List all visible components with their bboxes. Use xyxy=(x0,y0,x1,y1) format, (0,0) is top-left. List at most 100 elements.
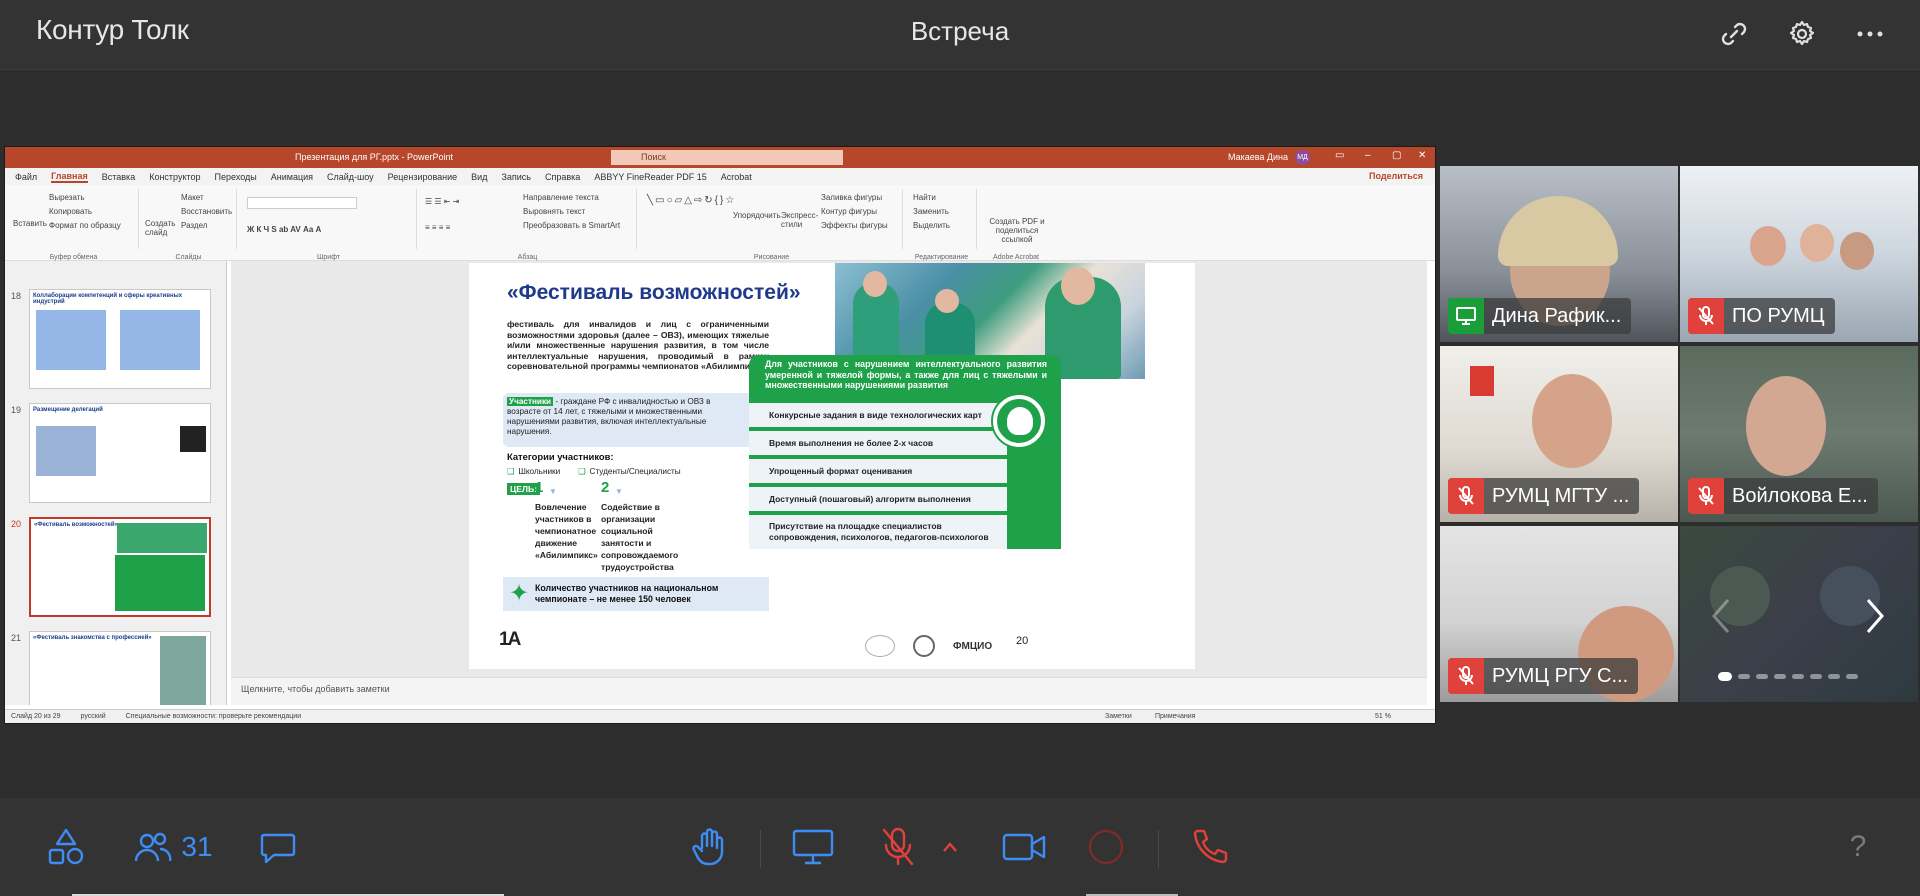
thumbnail-slide-19[interactable]: Размещение делегаций xyxy=(29,403,211,503)
apps-button[interactable] xyxy=(44,822,88,872)
tab-transitions[interactable]: Переходы xyxy=(215,172,257,182)
chat-button[interactable] xyxy=(256,822,300,872)
tab-view[interactable]: Вид xyxy=(471,172,487,182)
pager-dot[interactable] xyxy=(1846,674,1858,679)
reset-button[interactable]: Восстановить xyxy=(181,207,232,216)
accessibility-status[interactable]: Специальные возможности: проверьте реком… xyxy=(126,713,302,720)
pager-dot[interactable] xyxy=(1810,674,1822,679)
comments-toggle[interactable]: Примечания xyxy=(1155,713,1195,720)
pager-dot[interactable] xyxy=(1718,672,1732,681)
tab-acrobat[interactable]: Acrobat xyxy=(721,172,752,182)
next-page-button[interactable] xyxy=(1860,596,1890,636)
drawing-label: Рисование xyxy=(753,254,790,261)
notes-pane[interactable]: Щелкните, чтобы добавить заметки xyxy=(231,677,1427,705)
thumbnail-slide-21[interactable]: «Фестиваль знакомства с профессией» xyxy=(29,631,211,705)
select-button[interactable]: Выделить xyxy=(913,221,950,230)
tile-pager[interactable] xyxy=(1718,672,1858,681)
find-button[interactable]: Найти xyxy=(913,193,936,202)
more-icon[interactable] xyxy=(1850,14,1890,54)
language-status[interactable]: русский xyxy=(81,713,106,720)
tab-review[interactable]: Рецензирование xyxy=(388,172,458,182)
smartart-button[interactable]: Преобразовать в SmartArt xyxy=(523,221,620,230)
thumbnail-slide-18[interactable]: Коллаборации компетенций и сферы креатив… xyxy=(29,289,211,389)
shape-effects-button[interactable]: Эффекты фигуры xyxy=(821,221,888,230)
participant-face xyxy=(1532,374,1612,468)
participant-tile[interactable]: ПО РУМЦ xyxy=(1680,166,1918,342)
share-button[interactable]: Поделиться xyxy=(1369,171,1423,181)
settings-icon[interactable] xyxy=(1782,14,1822,54)
participant-tile[interactable]: РУМЦ МГТУ ... xyxy=(1440,346,1678,522)
cut-button[interactable]: Вырезать xyxy=(49,193,85,202)
pager-dot[interactable] xyxy=(1738,674,1750,679)
link-icon[interactable] xyxy=(1714,14,1754,54)
pager-dot[interactable] xyxy=(1756,674,1768,679)
tab-animation[interactable]: Анимация xyxy=(271,172,313,182)
tab-help[interactable]: Справка xyxy=(545,172,580,182)
tab-home[interactable]: Главная xyxy=(51,171,88,183)
shape-outline-button[interactable]: Контур фигуры xyxy=(821,207,877,216)
toolbar-separator xyxy=(1158,830,1159,868)
participants-button[interactable]: 31 xyxy=(128,822,218,872)
mic-off-icon xyxy=(1448,478,1484,514)
screen-share-button[interactable] xyxy=(790,822,836,872)
participant-face xyxy=(1840,232,1874,270)
current-slide[interactable]: «Фестиваль возможностей» фестиваль для и… xyxy=(469,263,1195,669)
new-slide-button[interactable]: Создать слайд xyxy=(145,219,175,237)
leave-call-button[interactable] xyxy=(1188,822,1232,872)
tab-record[interactable]: Запись xyxy=(501,172,531,182)
maximize-icon[interactable]: ▢ xyxy=(1392,150,1401,161)
paste-button[interactable]: Вставить xyxy=(13,219,47,228)
thumbnail-slide-20[interactable]: «Фестиваль возможностей» xyxy=(29,517,211,617)
help-button[interactable]: ? xyxy=(1840,822,1876,872)
record-button[interactable] xyxy=(1086,822,1126,872)
shape-fill-button[interactable]: Заливка фигуры xyxy=(821,193,882,202)
align-buttons[interactable]: ≡ ≡ ≡ ≡ xyxy=(425,223,450,232)
participant-tile[interactable]: РУМЦ РГУ С... xyxy=(1440,526,1678,702)
camera-button[interactable] xyxy=(1000,822,1048,872)
font-name-field[interactable] xyxy=(247,197,357,209)
chat-icon xyxy=(260,833,296,864)
ribbon-display-icon[interactable]: ▭ xyxy=(1335,150,1344,161)
participant-tile[interactable]: Войлокова Е... xyxy=(1680,346,1918,522)
close-icon[interactable]: ✕ xyxy=(1418,150,1426,161)
pager-dot[interactable] xyxy=(1828,674,1840,679)
arrange-button[interactable]: Упорядочить xyxy=(733,211,781,220)
font-style-buttons[interactable]: Ж К Ч S ab AV Аа A xyxy=(247,225,321,234)
create-pdf-button[interactable]: Создать PDF и поделиться ссылкой xyxy=(983,217,1051,244)
zoom-level[interactable]: 51 % xyxy=(1375,713,1391,720)
microphone-button[interactable] xyxy=(876,822,920,872)
microphone-options-button[interactable] xyxy=(938,822,962,872)
replace-button[interactable]: Заменить xyxy=(913,207,949,216)
powerpoint-search[interactable]: Поиск xyxy=(611,150,843,165)
align-text-button[interactable]: Выровнять текст xyxy=(523,207,585,216)
slide-editor[interactable]: «Фестиваль возможностей» фестиваль для и… xyxy=(231,261,1427,677)
text-direction-button[interactable]: Направление текста xyxy=(523,193,599,202)
list-buttons[interactable]: ☰ ☰ ⇤ ⇥ xyxy=(425,197,459,206)
layout-button[interactable]: Макет xyxy=(181,193,204,202)
tab-file[interactable]: Файл xyxy=(15,172,37,182)
tab-slideshow[interactable]: Слайд-шоу xyxy=(327,172,374,182)
slide-page-number: 20 xyxy=(1016,635,1029,647)
copy-button[interactable]: Копировать xyxy=(49,207,92,216)
quick-styles-button[interactable]: Экспресс-стили xyxy=(781,211,818,229)
tab-design[interactable]: Конструктор xyxy=(149,172,200,182)
thumb-graphic xyxy=(160,636,206,705)
pager-dot[interactable] xyxy=(1774,674,1786,679)
participant-tile[interactable]: Дина Рафик... xyxy=(1440,166,1678,342)
avatar[interactable]: МД xyxy=(1295,150,1310,165)
thumb-graphic xyxy=(36,426,96,476)
section-button[interactable]: Раздел xyxy=(181,221,207,230)
pager-dot[interactable] xyxy=(1792,674,1804,679)
notes-toggle[interactable]: Заметки xyxy=(1105,713,1132,720)
tab-insert[interactable]: Вставка xyxy=(102,172,135,182)
slides-group: Создать слайд Макет Восстановить Раздел … xyxy=(141,189,237,261)
slide-thumbnails[interactable]: 18 Коллаборации компетенций и сферы креа… xyxy=(5,261,227,705)
participants-label: Участники xyxy=(507,397,554,406)
tab-abbyy[interactable]: ABBYY FineReader PDF 15 xyxy=(594,172,706,182)
format-painter-button[interactable]: Формат по образцу xyxy=(49,221,121,230)
shapes-gallery[interactable]: ╲▭○▱△⇨↻{}☆ xyxy=(647,195,736,206)
raise-hand-button[interactable] xyxy=(688,822,732,872)
bottom-toolbar: 31 ? xyxy=(0,798,1920,896)
previous-page-button[interactable] xyxy=(1706,596,1736,636)
minimize-icon[interactable]: – xyxy=(1365,150,1371,161)
